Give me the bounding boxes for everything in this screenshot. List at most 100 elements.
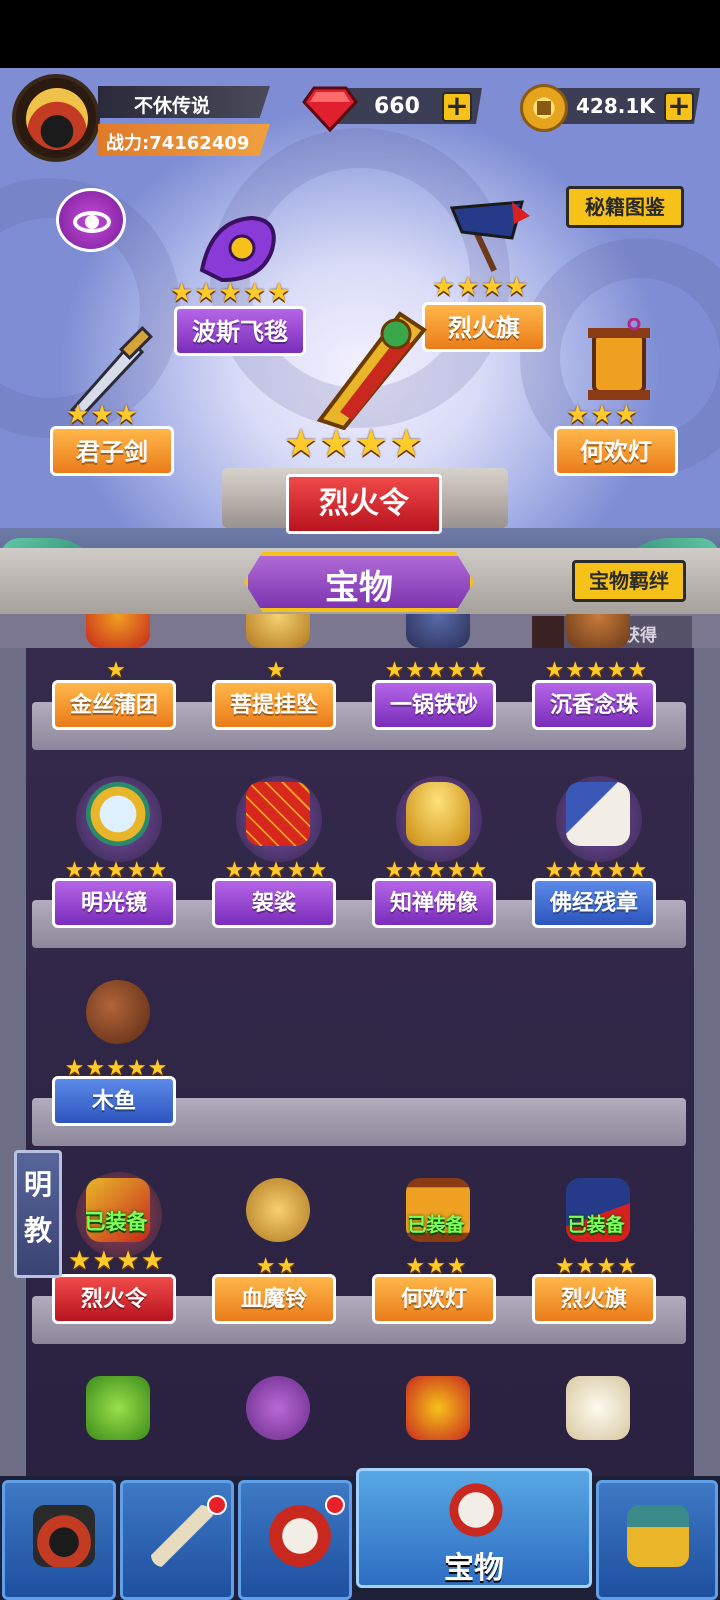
nav-treasure-label: 宝物: [444, 1551, 504, 1586]
treasure-slot[interactable]: 已装备 ★ ★ ★ 何欢灯: [366, 1164, 506, 1324]
pendant-icon: [246, 614, 310, 648]
gold-counter: 428.1K +: [520, 84, 700, 132]
treasure-slot[interactable]: ★ ★ ★ ★ ★ 佛经残章: [526, 768, 666, 928]
star-icon: ★: [586, 658, 606, 683]
treasure-slot[interactable]: ★ 金丝蒲团: [46, 614, 186, 730]
gold-count: 428.1K: [576, 94, 655, 118]
blood-bell-icon: [246, 1178, 310, 1242]
cushion-icon: [86, 614, 150, 648]
showcase-item-sword[interactable]: ★ ★ ★ 君子剑: [50, 318, 180, 478]
combat-power: 战力:74162409: [106, 133, 250, 154]
treasure-slot[interactable]: 已装备 ★ ★ ★ ★ 烈火令: [46, 1164, 186, 1324]
fire-flag-icon: [449, 200, 530, 272]
treasure-bond-button[interactable]: 宝物羁绊: [572, 560, 686, 602]
showcase-center-item[interactable]: ★ ★ ★ ★: [270, 300, 450, 470]
bead-bracelet-icon: [246, 1376, 310, 1440]
fire-token-icon: [316, 311, 427, 430]
equipped-badge: 已装备: [407, 1214, 465, 1236]
gem-count: 660: [374, 94, 420, 119]
ruby-gem-icon: [302, 86, 358, 132]
eye-toggle-button[interactable]: [56, 188, 126, 252]
star-icon: ★: [426, 658, 446, 683]
treasure-slot[interactable]: ★ ★ ★ ★ ★ 一锅铁砂: [366, 614, 506, 730]
star-icon: ★: [114, 400, 138, 430]
wooden-fish-icon: [86, 980, 150, 1044]
star-icon: ★: [116, 1246, 140, 1276]
star-icon: ★: [242, 278, 267, 308]
star-icon: ★: [456, 272, 480, 302]
nav-weapons[interactable]: [120, 1480, 234, 1600]
treasure-slot[interactable]: [526, 1362, 666, 1476]
gold-coin-icon: [520, 84, 568, 132]
add-gems-button[interactable]: +: [442, 92, 472, 122]
treasure-slot[interactable]: ★ ★ 血魔铃: [206, 1164, 346, 1324]
nav-drum[interactable]: [238, 1480, 352, 1600]
player-profile[interactable]: 不休传说 战力:74162409: [12, 74, 272, 164]
treasure-shelf[interactable]: 显示未获得 ★ 金丝蒲团 ★ 菩提挂坠 ★★★★★ 一锅铁砂 ★★★★★ 沉香念…: [0, 614, 720, 1476]
star-rating: ★ ★ ★: [66, 402, 138, 428]
treasure-name: 佛经残章: [532, 878, 656, 928]
gem-counter: 660 +: [302, 84, 482, 132]
star-icon: ★: [566, 400, 590, 430]
jade-cup-icon: [86, 1376, 150, 1440]
star-icon: ★: [67, 1246, 92, 1276]
avatar[interactable]: [12, 74, 100, 162]
treasure-slot[interactable]: ★ ★ ★ ★ ★ 知禅佛像: [366, 768, 506, 928]
gate-icon: [627, 1505, 689, 1567]
status-bar: [0, 0, 720, 68]
nav-gate[interactable]: [596, 1480, 718, 1600]
showcase-item-lantern[interactable]: ★ ★ ★ 何欢灯: [554, 318, 684, 478]
star-icon: ★: [504, 272, 529, 302]
nav-treasure[interactable]: 宝物: [356, 1468, 592, 1588]
codex-button[interactable]: 秘籍图鉴: [566, 186, 684, 228]
star-icon: ★: [140, 1246, 165, 1276]
star-icon: ★: [467, 658, 488, 683]
kasaya-robe-icon: [246, 782, 310, 846]
star-icon: ★: [266, 658, 286, 683]
showcase-item-label: 何欢灯: [554, 426, 678, 476]
treasure-name: 木鱼: [52, 1076, 176, 1126]
star-rating: ★ ★ ★ ★: [46, 1248, 186, 1274]
feather-fan-icon: [566, 1376, 630, 1440]
treasure-name: 袈裟: [212, 878, 336, 928]
treasure-slot[interactable]: [206, 1362, 346, 1476]
sword-icon: [151, 1505, 213, 1567]
star-icon: ★: [544, 658, 565, 683]
treasure-name: 菩提挂坠: [212, 680, 336, 730]
star-rating: ★ ★ ★ ★: [284, 424, 423, 462]
drum-icon: [269, 1505, 331, 1567]
treasure-name: 血魔铃: [212, 1274, 336, 1324]
mirror-icon: [86, 782, 150, 846]
treasure-slot[interactable]: ★ ★ ★ ★ ★ 明光镜: [46, 768, 186, 928]
treasure-name: 明光镜: [52, 878, 176, 928]
center-item-label: 烈火令: [286, 474, 442, 534]
treasure-slot[interactable]: ★ ★ ★ ★ ★ 沉香念珠: [526, 614, 666, 730]
star-icon: ★: [614, 400, 638, 430]
bottom-nav: 宝物: [0, 1468, 720, 1600]
treasure-slot[interactable]: ★ 菩提挂坠: [206, 614, 346, 730]
star-icon: ★: [405, 658, 426, 683]
treasure-slot[interactable]: ★ ★ ★ ★ ★ 袈裟: [206, 768, 346, 928]
iron-pot-icon: [406, 614, 470, 648]
star-icon: ★: [170, 278, 194, 308]
star-icon: ★: [218, 278, 242, 308]
showcase-item-label: 君子剑: [50, 426, 174, 476]
star-icon: ★: [480, 272, 504, 302]
star-icon: ★: [354, 421, 389, 465]
nav-hero[interactable]: [2, 1480, 116, 1600]
star-icon: ★: [90, 400, 114, 430]
equipped-badge: 已装备: [84, 1210, 148, 1234]
add-gold-button[interactable]: +: [664, 92, 694, 122]
scripture-icon: [566, 782, 630, 846]
treasure-slot[interactable]: 已装备 ★ ★ ★ ★ 烈火旗: [526, 1164, 666, 1324]
buddha-statue-icon: [406, 782, 470, 846]
treasure-slot[interactable]: [366, 1362, 506, 1476]
star-icon: ★: [194, 278, 218, 308]
treasure-slot[interactable]: [46, 1362, 186, 1476]
star-rating: ★ ★ ★ ★: [432, 274, 528, 300]
star-rating: ★ ★ ★ ★ ★: [526, 660, 666, 682]
star-icon: ★: [590, 400, 614, 430]
sect-tag-label: 明 教: [23, 1168, 52, 1247]
treasure-slot[interactable]: ★ ★ ★ ★ ★ 木鱼: [46, 966, 186, 1126]
star-rating: ★: [46, 660, 186, 682]
